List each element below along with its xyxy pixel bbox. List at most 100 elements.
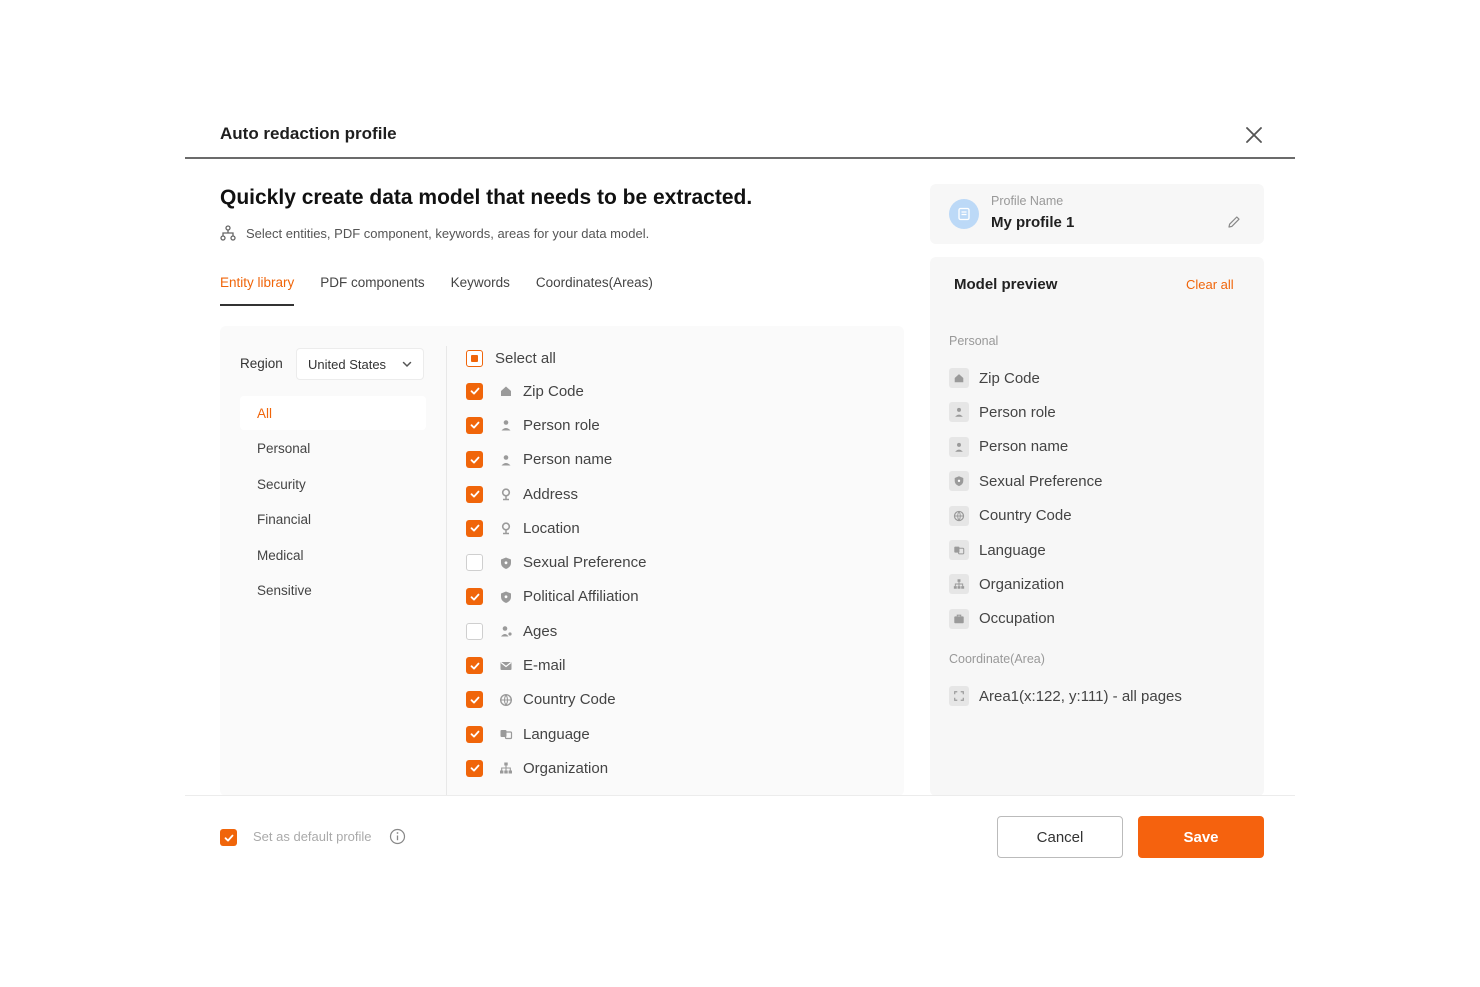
pin-icon — [501, 488, 511, 501]
category-security[interactable]: Security — [240, 467, 426, 501]
entity-row-political-affiliation[interactable]: Political Affiliation — [466, 580, 886, 614]
entity-label: E-mail — [523, 657, 566, 675]
entity-row-language[interactable]: Language — [466, 717, 886, 751]
page-subline: Select entities, PDF component, keywords… — [220, 225, 649, 241]
entity-row-address[interactable]: Address — [466, 477, 886, 511]
preview-item: Person name — [949, 436, 1068, 458]
preview-item-label: Person role — [979, 403, 1056, 421]
entity-label: Sexual Preference — [523, 554, 647, 572]
entity-checkbox[interactable] — [466, 519, 483, 537]
person-icon — [501, 454, 511, 466]
entity-label: Location — [523, 519, 580, 537]
preview-item-label: Occupation — [979, 610, 1055, 628]
entity-checkbox[interactable] — [466, 416, 483, 434]
default-profile-label: Set as default profile — [253, 829, 372, 844]
entity-label: Political Affiliation — [523, 588, 639, 606]
entity-row-sexual-preference[interactable]: Sexual Preference — [466, 545, 886, 579]
modal-title: Auto redaction profile — [220, 124, 397, 143]
entity-label: Person role — [523, 416, 600, 434]
person-icon — [949, 436, 969, 457]
preview-item-label: Language — [979, 541, 1046, 559]
cancel-button[interactable]: Cancel — [997, 816, 1123, 858]
entity-checkbox[interactable] — [466, 725, 483, 743]
person-icon — [949, 402, 969, 423]
entity-checkbox[interactable] — [466, 759, 483, 777]
preview-area-label: Area1(x:122, y:111) - all pages — [979, 687, 1182, 705]
entity-checkbox[interactable] — [466, 451, 483, 469]
profile-name-label: Profile Name — [991, 194, 1064, 208]
category-medical[interactable]: Medical — [240, 538, 426, 572]
save-button[interactable]: Save — [1138, 816, 1264, 858]
tab-coordinates[interactable]: Coordinates(Areas) — [536, 275, 653, 305]
entity-label: Ages — [523, 622, 558, 640]
chevron-down-icon — [402, 361, 412, 368]
category-list: All Personal Security Financial Medical … — [240, 396, 426, 609]
shield-icon — [501, 557, 511, 569]
entity-checkbox[interactable] — [466, 485, 483, 503]
org-icon — [500, 762, 512, 774]
preview-item: Person role — [949, 401, 1056, 423]
entity-checkbox[interactable] — [466, 554, 483, 572]
preview-title: Model preview — [954, 276, 1058, 293]
preview-coord-heading: Coordinate(Area) — [949, 652, 1045, 666]
entity-label: Address — [523, 485, 579, 503]
default-profile-checkbox[interactable] — [220, 829, 237, 846]
entity-row-ages[interactable]: Ages — [466, 614, 886, 648]
language-icon — [500, 730, 513, 740]
entity-row-organization[interactable]: Organization — [466, 751, 886, 785]
preview-area-item: Area1(x:122, y:111) - all pages — [949, 685, 1182, 707]
entity-row-person-name[interactable]: Person name — [466, 443, 886, 477]
tab-pdf-components[interactable]: PDF components — [320, 275, 424, 305]
entity-checkbox[interactable] — [466, 622, 483, 640]
entity-label: Country Code — [523, 691, 616, 709]
close-icon[interactable] — [1243, 124, 1265, 146]
hierarchy-icon — [220, 225, 236, 241]
preview-item: Occupation — [949, 608, 1055, 630]
preview-item-label: Organization — [979, 575, 1065, 593]
region-select[interactable]: United States — [296, 348, 424, 380]
document-icon — [958, 207, 970, 221]
entity-row-zip-code[interactable]: Zip Code — [466, 374, 886, 408]
info-icon[interactable] — [389, 828, 406, 845]
entity-checkbox[interactable] — [466, 657, 483, 675]
entity-list: Select all Zip Code Person role Person nam… — [466, 342, 886, 786]
home-icon — [501, 386, 511, 397]
preview-item-label: Person name — [979, 438, 1069, 456]
profile-name-value[interactable]: My profile 1 — [991, 214, 1074, 231]
entity-row-person-role[interactable]: Person role — [466, 408, 886, 442]
preview-item: Country Code — [949, 505, 1072, 527]
person-icon — [501, 420, 511, 431]
entity-label: Language — [523, 725, 590, 743]
profile-card: Profile Name My profile 1 — [930, 184, 1264, 244]
pencil-icon[interactable] — [1226, 214, 1242, 230]
category-personal[interactable]: Personal — [240, 432, 426, 466]
tab-bar: Entity library PDF components Keywords C… — [220, 275, 653, 306]
select-all-checkbox[interactable] — [466, 349, 483, 367]
select-all-row[interactable]: Select all — [466, 342, 886, 374]
category-all[interactable]: All — [240, 396, 426, 430]
entity-row-location[interactable]: Location — [466, 511, 886, 545]
auto-redaction-modal: Auto redaction profile Quickly create da… — [185, 110, 1295, 876]
entity-row-e-mail[interactable]: E-mail — [466, 648, 886, 682]
preview-item-label: Country Code — [979, 507, 1072, 525]
entity-checkbox[interactable] — [466, 382, 483, 400]
subline-text: Select entities, PDF component, keywords… — [246, 225, 650, 241]
language-icon — [949, 540, 969, 560]
clear-all-link[interactable]: Clear all — [1186, 277, 1234, 292]
tab-keywords[interactable]: Keywords — [451, 275, 510, 305]
entity-checkbox[interactable] — [466, 691, 483, 709]
profile-avatar — [949, 199, 979, 229]
preview-item: Organization — [949, 573, 1064, 595]
tab-entity-library[interactable]: Entity library — [220, 275, 295, 306]
mail-icon — [500, 661, 512, 670]
entity-checkbox[interactable] — [466, 588, 483, 606]
area-icon — [949, 686, 969, 706]
entity-row-country-code[interactable]: Country Code — [466, 683, 886, 717]
entity-label: Organization — [523, 759, 609, 777]
region-label: Region — [240, 356, 283, 371]
category-sensitive[interactable]: Sensitive — [240, 574, 426, 608]
category-financial[interactable]: Financial — [240, 503, 426, 537]
entity-library-panel: Region United States All Personal Securi… — [220, 326, 904, 796]
preview-item-label: Sexual Preference — [979, 472, 1103, 490]
modal-footer: Set as default profile Cancel Save — [185, 795, 1295, 876]
